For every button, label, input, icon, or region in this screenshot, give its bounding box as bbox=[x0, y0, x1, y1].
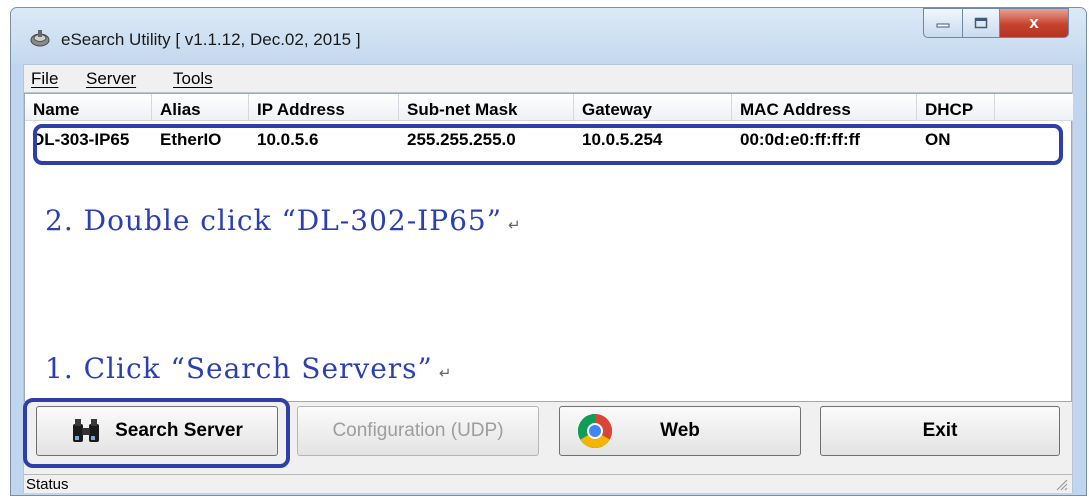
minimize-button[interactable] bbox=[923, 8, 963, 38]
column-header-gateway[interactable]: Gateway bbox=[574, 94, 732, 121]
column-header-name[interactable]: Name bbox=[25, 94, 152, 121]
column-header-ip-address[interactable]: IP Address bbox=[249, 94, 399, 121]
resize-grip-icon[interactable] bbox=[1054, 477, 1068, 491]
exit-label: Exit bbox=[922, 420, 958, 441]
window-title: eSearch Utility [ v1.1.12, Dec.02, 2015 … bbox=[61, 30, 361, 49]
instruction-step-2-text: 2. Double click “DL-302-IP65” bbox=[45, 204, 503, 237]
return-mark-icon: ↵ bbox=[438, 364, 452, 382]
menu-tools[interactable]: Tools bbox=[173, 69, 213, 89]
row-highlight-box bbox=[33, 124, 1063, 165]
instruction-step-2: 2. Double click “DL-302-IP65” ↵ bbox=[45, 204, 521, 237]
column-header-alias[interactable]: Alias bbox=[152, 94, 249, 121]
maximize-icon bbox=[974, 17, 988, 29]
web-button[interactable]: Web bbox=[559, 406, 801, 456]
menu-server[interactable]: Server bbox=[86, 69, 136, 89]
column-header-dhcp[interactable]: DHCP bbox=[917, 94, 995, 121]
server-list[interactable]: Name Alias IP Address Sub-net Mask Gatew… bbox=[24, 93, 1073, 402]
minimize-icon bbox=[936, 23, 950, 28]
configuration-udp-button[interactable]: Configuration (UDP) bbox=[297, 406, 539, 456]
column-header-filler bbox=[995, 94, 1073, 121]
menu-file[interactable]: File bbox=[31, 69, 58, 89]
web-label: Web bbox=[660, 420, 700, 441]
close-icon: x bbox=[1029, 13, 1039, 32]
menu-bar: File Server Tools bbox=[23, 64, 1073, 93]
app-window: eSearch Utility [ v1.1.12, Dec.02, 2015 … bbox=[10, 7, 1087, 496]
status-bar: Status bbox=[24, 474, 1072, 493]
chrome-icon bbox=[578, 414, 612, 448]
title-bar[interactable]: eSearch Utility [ v1.1.12, Dec.02, 2015 … bbox=[11, 8, 1086, 64]
column-header-mac-address[interactable]: MAC Address bbox=[732, 94, 917, 121]
search-button-highlight-box bbox=[23, 398, 290, 468]
instruction-step-1-text: 1. Click “Search Servers” bbox=[45, 352, 433, 385]
exit-button[interactable]: Exit bbox=[820, 406, 1060, 456]
configuration-udp-label: Configuration (UDP) bbox=[332, 420, 504, 441]
app-icon bbox=[30, 30, 50, 47]
maximize-button[interactable] bbox=[962, 8, 1000, 38]
instruction-step-1: 1. Click “Search Servers” ↵ bbox=[45, 352, 451, 385]
close-button[interactable]: x bbox=[999, 8, 1069, 38]
column-header-subnet-mask[interactable]: Sub-net Mask bbox=[399, 94, 574, 121]
return-mark-icon: ↵ bbox=[508, 216, 521, 234]
client-area: Name Alias IP Address Sub-net Mask Gatew… bbox=[23, 93, 1073, 493]
status-text: Status bbox=[26, 476, 69, 493]
